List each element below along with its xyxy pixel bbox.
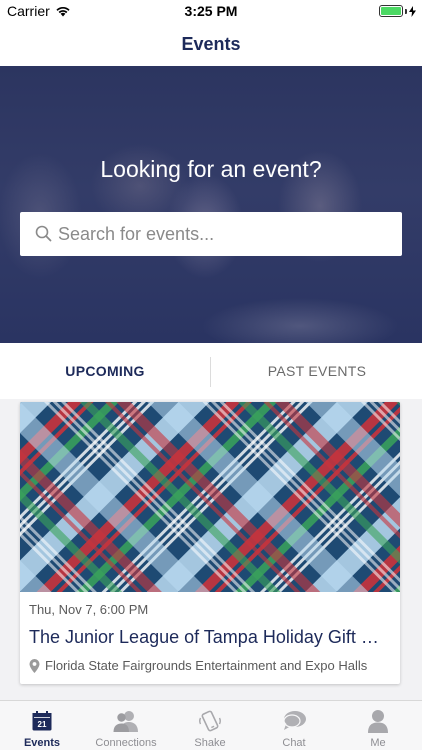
search-icon	[35, 225, 52, 242]
tabbar-item-events[interactable]: 21 Events	[0, 701, 84, 750]
chat-icon	[281, 708, 307, 734]
battery-icon	[379, 5, 403, 17]
person-icon	[365, 708, 391, 734]
events-screen: Carrier 3:25 PM Events Looking for an ev…	[0, 0, 422, 750]
event-date: Thu, Nov 7, 6:00 PM	[29, 602, 149, 617]
event-card[interactable]: Thu, Nov 7, 6:00 PM The Junior League of…	[20, 402, 400, 684]
tabbar-item-chat[interactable]: Chat	[252, 701, 336, 750]
bottom-tab-bar: 21 Events Connections Shake Chat Me	[0, 700, 422, 750]
hero-banner: Looking for an event?	[0, 66, 422, 343]
event-location: Florida State Fairgrounds Entertainment …	[29, 658, 367, 673]
tab-past-events[interactable]: PAST EVENTS	[212, 343, 422, 399]
people-icon	[113, 708, 139, 734]
tabbar-label-events: Events	[23, 737, 61, 749]
event-title: The Junior League of Tampa Holiday Gift …	[29, 627, 391, 647]
tab-upcoming[interactable]: UPCOMING	[0, 343, 210, 399]
calendar-icon: 21	[29, 708, 55, 734]
shake-icon	[197, 708, 223, 734]
status-bar: Carrier 3:25 PM	[0, 0, 422, 22]
event-image	[20, 402, 400, 592]
charging-bolt-icon	[409, 5, 416, 17]
tabbar-item-connections[interactable]: Connections	[84, 701, 168, 750]
event-tabs: UPCOMING PAST EVENTS	[0, 343, 422, 399]
tabbar-item-shake[interactable]: Shake	[168, 701, 252, 750]
hero-title: Looking for an event?	[100, 156, 322, 182]
search-input[interactable]	[58, 212, 388, 256]
navigation-bar: Events	[0, 22, 422, 66]
tabbar-label-connections: Connections	[95, 737, 157, 749]
tabbar-item-me[interactable]: Me	[336, 701, 420, 750]
search-bar[interactable]	[20, 212, 402, 256]
status-time: 3:25 PM	[184, 3, 238, 19]
event-location-label: Florida State Fairgrounds Entertainment …	[45, 658, 368, 673]
page-title: Events	[181, 34, 241, 54]
tab-divider	[210, 357, 211, 387]
tabbar-label-shake: Shake	[194, 737, 226, 749]
tabbar-label-me: Me	[370, 737, 386, 749]
tabbar-label-chat: Chat	[282, 737, 306, 749]
calendar-day: 21	[38, 720, 47, 729]
battery-indicator	[379, 5, 416, 17]
location-pin-icon	[29, 658, 40, 673]
plaid-pattern-image	[20, 402, 400, 592]
